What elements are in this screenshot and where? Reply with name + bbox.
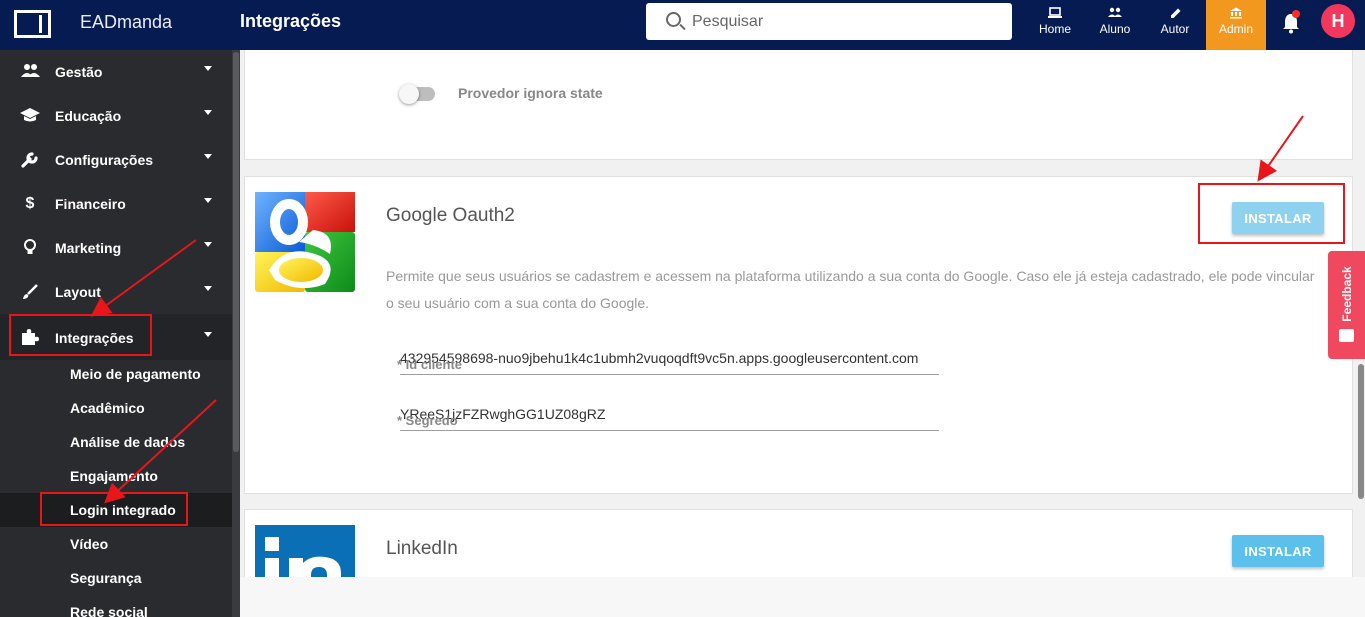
graduation-cap-icon xyxy=(20,107,40,125)
provider-card-google: Google Oauth2 INSTALAR Permite que seus … xyxy=(244,176,1353,494)
nav-aluno-button[interactable]: Aluno xyxy=(1086,0,1144,50)
provider-title: Google Oauth2 xyxy=(386,205,515,226)
chevron-down-icon xyxy=(204,198,212,203)
sidebar-item-marketing[interactable]: Marketing xyxy=(0,226,232,270)
sidebar-item-configuracoes[interactable]: Configurações xyxy=(0,138,232,182)
nav-aluno-label: Aluno xyxy=(1099,22,1131,36)
chevron-down-icon xyxy=(204,66,212,71)
dollar-icon: $ xyxy=(25,195,35,212)
client-id-field[interactable]: 432954598698-nuo9jbehu1k4c1ubmh2vuqoqdft… xyxy=(397,347,939,375)
sidebar-item-label: Layout xyxy=(55,284,101,300)
chevron-down-icon xyxy=(204,332,212,337)
chevron-down-icon xyxy=(204,286,212,291)
laptop-icon xyxy=(1048,7,1062,18)
subitem-academico[interactable]: Acadêmico xyxy=(70,400,145,416)
page-title: Integrações xyxy=(240,11,342,31)
user-avatar[interactable]: H xyxy=(1321,4,1355,38)
subitem-meio-de-pagamento[interactable]: Meio de pagamento xyxy=(70,366,201,382)
main-content: Provedor ignora state Google Oauth2 INST… xyxy=(240,50,1365,577)
sidebar-item-educacao[interactable]: Educação xyxy=(0,94,232,138)
nav-home-button[interactable]: Home xyxy=(1026,0,1084,50)
sidebar-item-label: Gestão xyxy=(55,64,103,80)
google-logo-icon xyxy=(255,192,355,292)
annotation-box-integracoes xyxy=(9,314,152,356)
provider-title: LinkedIn xyxy=(386,538,458,559)
nav-autor-button[interactable]: Autor xyxy=(1146,0,1204,50)
secret-value[interactable]: YReeS1jzFZRwghGG1UZ08gRZ xyxy=(400,406,939,422)
nav-admin-button[interactable]: Admin xyxy=(1206,0,1266,50)
sidebar-item-label: Financeiro xyxy=(55,196,126,212)
chevron-down-icon xyxy=(204,110,212,115)
provider-description: Permite que seus usuários se cadastrem e… xyxy=(386,268,1315,311)
search-input[interactable] xyxy=(692,11,992,33)
client-id-label: * Id cliente xyxy=(397,357,463,372)
notification-badge xyxy=(1292,10,1300,18)
pencil-icon xyxy=(1171,8,1181,18)
subitem-analise-de-dados[interactable]: Análise de dados xyxy=(70,434,185,450)
nav-home-label: Home xyxy=(1038,22,1071,36)
annotation-box-login-integrado xyxy=(40,492,188,526)
toggle-label: Provedor ignora state xyxy=(458,85,603,101)
subitem-seguranca[interactable]: Segurança xyxy=(70,570,142,586)
sidebar-item-label: Educação xyxy=(55,108,122,124)
secret-label: * Segredo xyxy=(397,413,458,428)
lightbulb-icon xyxy=(20,239,40,257)
sidebar-item-label: Marketing xyxy=(55,240,122,256)
feedback-label: Feedback xyxy=(1340,266,1354,322)
users-icon xyxy=(1108,7,1122,17)
provider-ignore-state-toggle[interactable] xyxy=(399,84,435,104)
wrench-icon xyxy=(20,151,40,169)
sidebar-item-gestao[interactable]: Gestão xyxy=(0,50,232,94)
provider-card-previous: Provedor ignora state xyxy=(244,50,1353,160)
sidebar-item-label: Configurações xyxy=(55,152,154,168)
footer-strip xyxy=(240,577,1365,617)
subitem-engajamento[interactable]: Engajamento xyxy=(70,468,158,484)
linkedin-logo-icon xyxy=(255,525,355,577)
app-name[interactable]: EADmanda xyxy=(80,12,172,33)
people-icon xyxy=(20,63,40,81)
client-id-value[interactable]: 432954598698-nuo9jbehu1k4c1ubmh2vuqoqdft… xyxy=(400,350,939,366)
sidebar-item-layout[interactable]: Layout xyxy=(0,270,232,314)
chevron-down-icon xyxy=(204,154,212,159)
secret-field[interactable]: YReeS1jzFZRwghGG1UZ08gRZ * Segredo xyxy=(397,403,939,431)
app-logo-icon[interactable] xyxy=(14,10,51,38)
sidebar-scrollbar[interactable] xyxy=(232,50,240,617)
feedback-face-icon xyxy=(1339,329,1354,342)
annotation-box-install-button xyxy=(1198,183,1345,244)
subitem-rede-social[interactable]: Rede social xyxy=(70,604,148,617)
sidebar-item-financeiro[interactable]: $ Financeiro xyxy=(0,182,232,226)
subitem-video[interactable]: Vídeo xyxy=(70,536,108,552)
provider-card-linkedin: LinkedIn INSTALAR xyxy=(244,509,1353,577)
feedback-tab[interactable]: Feedback xyxy=(1328,251,1365,359)
search-box[interactable] xyxy=(646,3,1012,40)
nav-autor-label: Autor xyxy=(1160,22,1190,36)
linkedin-install-button[interactable]: INSTALAR xyxy=(1232,535,1324,567)
brush-icon xyxy=(20,283,40,301)
chevron-down-icon xyxy=(204,242,212,247)
search-icon xyxy=(666,12,681,27)
bank-icon xyxy=(1230,7,1242,19)
nav-admin-label: Admin xyxy=(1218,22,1253,36)
top-header: EADmanda Integrações Home Aluno Autor Ad… xyxy=(0,0,1365,50)
